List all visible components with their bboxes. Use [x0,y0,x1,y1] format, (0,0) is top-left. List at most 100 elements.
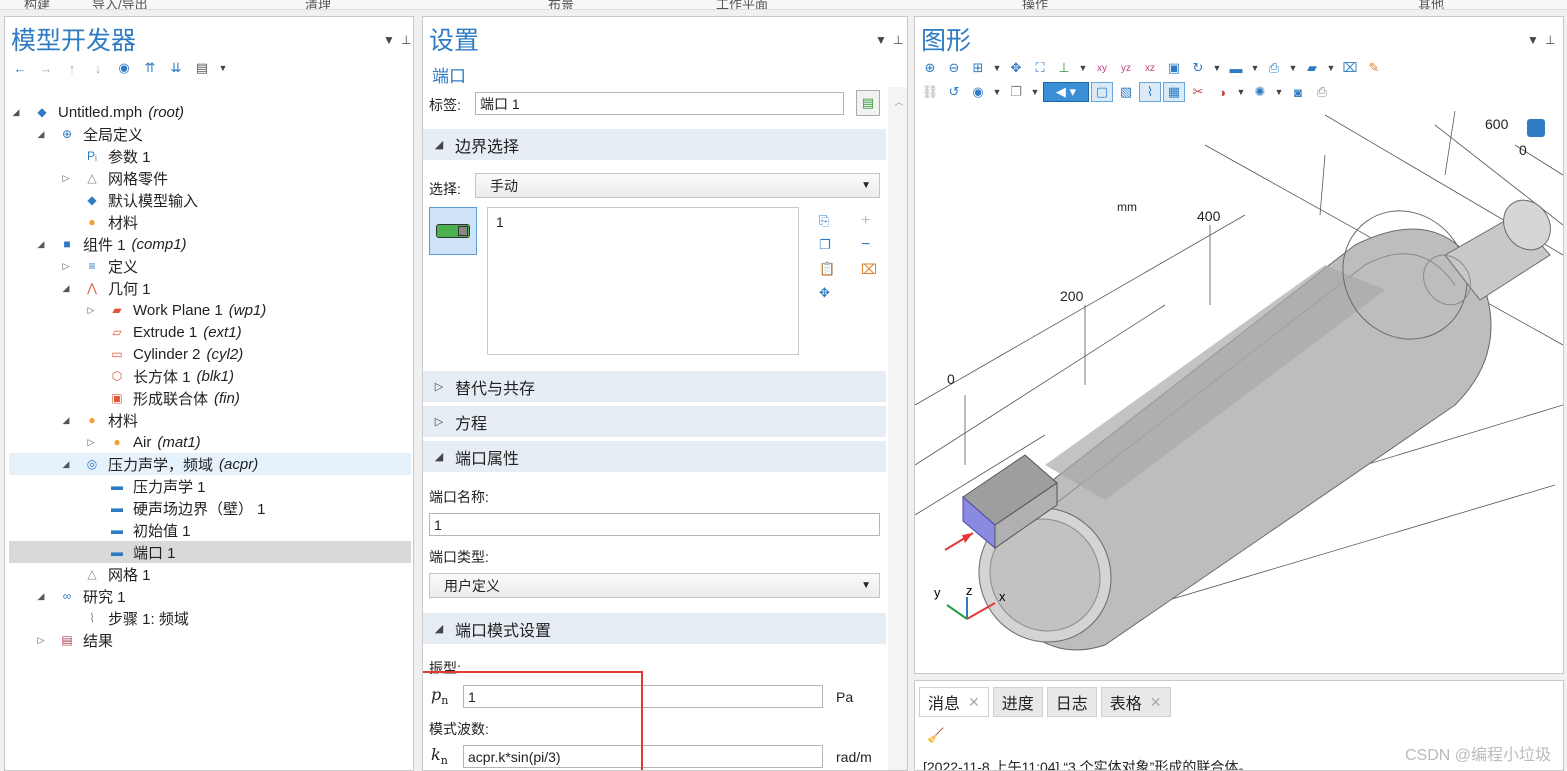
add-icon[interactable]: + [861,209,877,233]
tree-node[interactable]: ▬ 硬声场边界（壁） 1 [9,497,411,519]
chevron-down-icon[interactable]: ▼ [1029,82,1041,102]
chevron-down-icon[interactable]: ▼ [1287,58,1299,78]
print-icon[interactable]: ⎙ [1263,58,1285,78]
chevron-down-icon[interactable]: ▼ [1077,58,1089,78]
expand-toggle-icon[interactable]: ▷ [84,437,98,448]
pin-icon[interactable]: ⊥ [1545,33,1555,47]
up-arrow-icon[interactable]: ↑ [61,58,83,78]
view-cube-icon[interactable] [1527,119,1545,137]
section-boundary-selection[interactable]: ◢ 边界选择 [423,129,886,160]
chevron-down-icon[interactable]: ▼ [1249,58,1261,78]
paint-icon[interactable]: ✎ [1363,58,1385,78]
tree-node[interactable]: ⌇ 步骤 1: 频域 [9,607,411,629]
rotate-icon[interactable]: ↻ [1187,58,1209,78]
back-arrow-icon[interactable]: ← [9,58,31,78]
pin-icon[interactable]: ⊥ [401,33,411,47]
tree-node[interactable]: ◢ ⊕ 全局定义 [9,123,411,145]
ribbon-tab[interactable]: 其他 [1418,0,1444,9]
ribbon-tab[interactable]: 工作平面 [716,0,768,9]
forward-arrow-icon[interactable]: → [35,58,57,78]
list-view-icon[interactable]: ▤ [191,58,213,78]
expand-all-icon[interactable]: ⇊ [165,58,187,78]
view-xz-icon[interactable]: xz [1139,58,1161,78]
expand-toggle-icon[interactable]: ▷ [84,305,98,316]
tree-node[interactable]: ◢ ⋀ 几何 1 [9,277,411,299]
tree-node[interactable]: ▣ 形成联合体 (fin) [9,387,411,409]
chevron-down-icon[interactable]: ▼ [1273,82,1285,102]
tree-node[interactable]: ▬ 端口 1 [9,541,411,563]
section-port-properties[interactable]: ◢ 端口属性 [423,441,886,472]
selection-dropdown[interactable]: 手动 ▼ [475,173,880,198]
panel-menu-icon[interactable]: ▼ [1527,33,1539,47]
tree-node[interactable]: ● 材料 [9,211,411,233]
chevron-down-icon[interactable]: ▼ [1325,58,1337,78]
reset-view-icon[interactable]: ↺ [943,82,965,102]
tree-node[interactable]: ◢ ◆ Untitled.mph (root) [9,101,411,123]
clipboard-icon[interactable]: 📋 [819,257,835,281]
tree-node[interactable]: ▬ 压力声学 1 [9,475,411,497]
tree-node[interactable]: ▱ Extrude 1 (ext1) [9,321,411,343]
comment-icon[interactable]: ▤ [856,90,880,116]
chevron-down-icon[interactable]: ▼ [1211,58,1223,78]
expand-toggle-icon[interactable]: ▷ [59,173,73,184]
expand-toggle-icon[interactable]: ◢ [34,129,48,140]
axis-orientation-icon[interactable]: ⊥ [1053,58,1075,78]
pin-icon[interactable]: ⊥ [893,33,903,47]
chevron-down-icon[interactable]: ▼ [1235,82,1247,102]
tab-messages[interactable]: 消息 ✕ [919,687,989,717]
zoom-to-selection-icon[interactable]: ✥ [819,281,835,305]
port-name-input[interactable]: 1 [429,513,880,536]
zoom-in-icon[interactable]: ⊕ [919,58,941,78]
section-port-mode[interactable]: ◢ 端口模式设置 [423,613,886,644]
tree-node[interactable]: ◆ 默认模型输入 [9,189,411,211]
tree-node[interactable]: ▷ △ 网格零件 [9,167,411,189]
chevron-down-icon[interactable]: ▼ [991,58,1003,78]
expand-toggle-icon[interactable]: ◢ [59,283,73,294]
expand-toggle-icon[interactable]: ◢ [59,415,73,426]
tab-table[interactable]: 表格 ✕ [1100,687,1171,717]
ribbon-tab[interactable]: 清理 [305,0,331,9]
port-type-dropdown[interactable]: 用户定义 ▼ [429,573,880,598]
ribbon-tab[interactable]: 导入/导出 [92,0,148,9]
tree-node[interactable]: ▭ Cylinder 2 (cyl2) [9,343,411,365]
tree-node[interactable]: ▷ ● Air (mat1) [9,431,411,453]
selection-list[interactable]: 1 [487,207,799,355]
tree-node[interactable]: ◢ ◎ 压力声学，频域 (acpr) [9,453,411,475]
zoom-selected-icon[interactable]: ✥ [1005,58,1027,78]
label-input[interactable]: 端口 1 [475,92,844,115]
camera-icon[interactable]: ◙ [1287,82,1309,102]
ribbon-tab[interactable]: 布景 [548,0,574,9]
tree-node[interactable]: ▷ ≡ 定义 [9,255,411,277]
view-yz-icon[interactable]: yz [1115,58,1137,78]
down-arrow-icon[interactable]: ↓ [87,58,109,78]
view-xy-icon[interactable]: xy [1091,58,1113,78]
expand-toggle-icon[interactable]: ◢ [9,107,23,118]
scene-light-icon[interactable]: ▰ [1301,58,1323,78]
expand-toggle-icon[interactable]: ◢ [59,459,73,470]
collapse-all-icon[interactable]: ⇈ [139,58,161,78]
speaker-icon[interactable]: ◀ ▾ [1043,82,1089,102]
graphics-viewport[interactable]: 600 400 200 0 0 mm y z x [915,105,1563,673]
tree-node[interactable]: ◢ ∞ 研究 1 [9,585,411,607]
expand-toggle-icon[interactable]: ▷ [34,635,48,646]
printer-icon[interactable]: ⎙ [1311,82,1333,102]
expand-toggle-icon[interactable]: ◢ [34,591,48,602]
zoom-box-icon[interactable]: ⊞ [967,58,989,78]
eye-icon[interactable]: ◉ [967,82,989,102]
tree-node[interactable]: ▬ 初始值 1 [9,519,411,541]
chevron-down-icon[interactable]: ▼ [991,82,1003,102]
ribbon-tab[interactable]: 操作 [1022,0,1048,9]
tree-node[interactable]: ▷ ▰ Work Plane 1 (wp1) [9,299,411,321]
clear-selection-icon[interactable]: ⌧ [1339,58,1361,78]
graph-icon[interactable]: ⌇ [1139,82,1161,102]
tree-node[interactable]: △ 网格 1 [9,563,411,585]
paste-selection-icon[interactable]: ⎘ [819,209,835,233]
render-icon[interactable]: ◑ [1211,82,1233,102]
zoom-extents-icon[interactable]: ⛶ [1029,58,1051,78]
view-3d-icon[interactable]: ▣ [1163,58,1185,78]
panel-menu-icon[interactable]: ▼ [875,33,887,47]
copy-view-icon[interactable]: ❐ [1005,82,1027,102]
link-icon[interactable]: ⛓ [919,82,941,102]
settings-scrollbar[interactable]: ︿ [888,87,907,770]
selection-list-item[interactable]: 1 [496,214,790,230]
